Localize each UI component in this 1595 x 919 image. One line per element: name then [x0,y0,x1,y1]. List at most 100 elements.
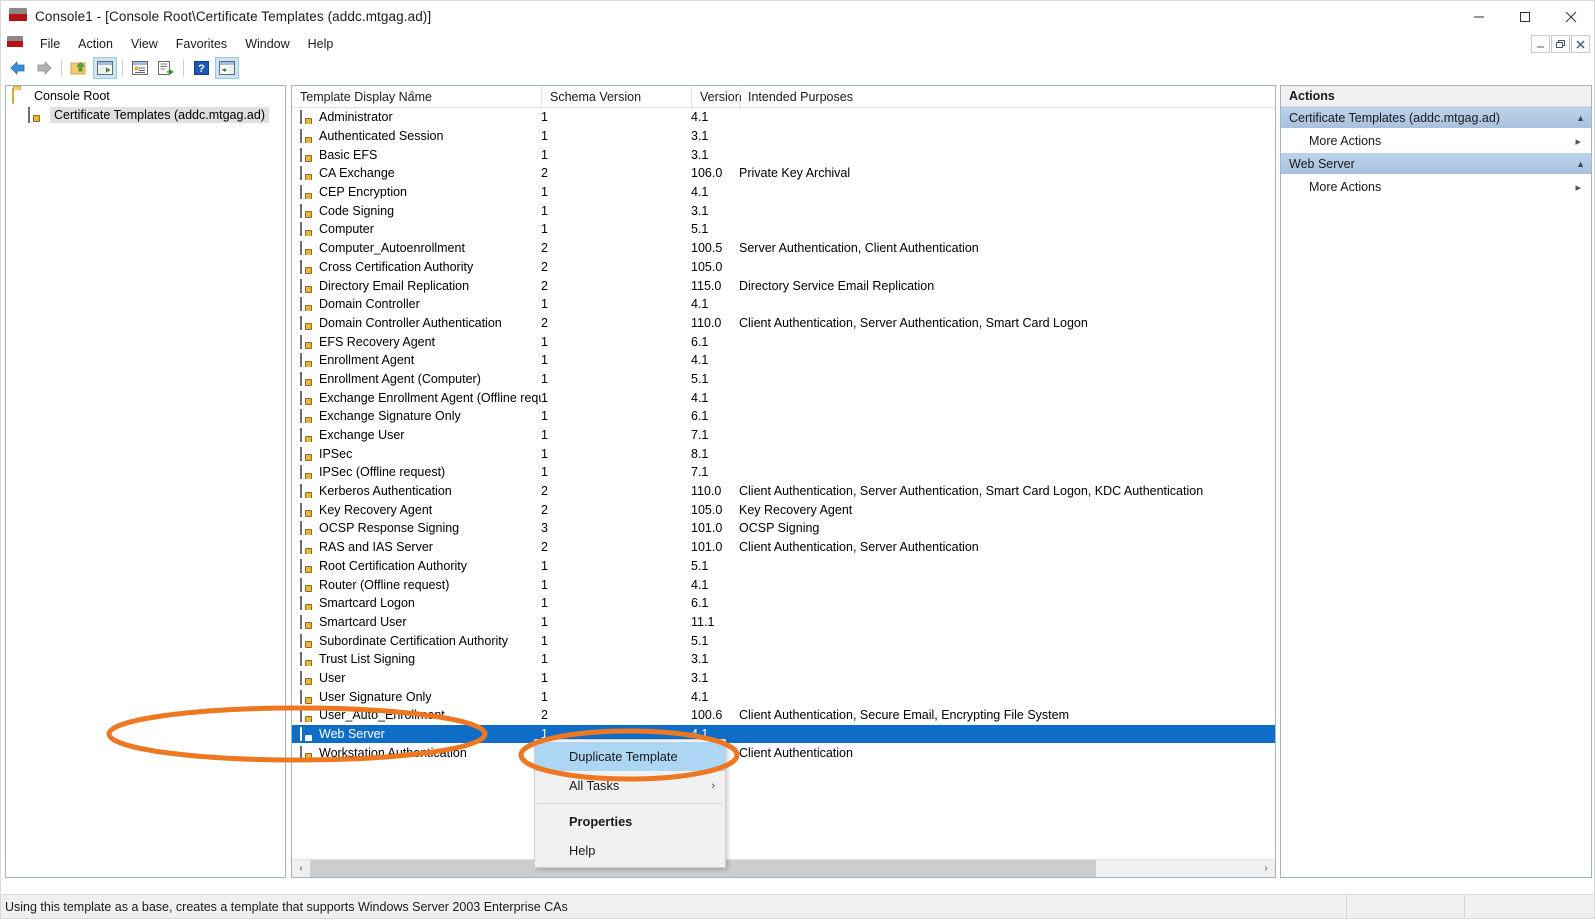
cell-template-display-name: Code Signing [292,204,541,218]
scroll-left-icon[interactable]: ‹ [292,860,310,877]
table-row[interactable]: User13.1 [292,669,1275,688]
mmc-console-icon [9,8,27,26]
table-row[interactable]: Trust List Signing13.1 [292,650,1275,669]
menu-window[interactable]: Window [236,35,298,53]
table-row[interactable]: Router (Offline request)14.1 [292,575,1275,594]
cell-schema-version: 2 [541,241,691,255]
actions-group-header-web-server[interactable]: Web Server ▲ [1281,153,1591,175]
context-menu-item[interactable]: All Tasks› [535,771,725,800]
certificate-template-icon [300,204,313,217]
table-row[interactable]: Computer_Autoenrollment2100.5Server Auth… [292,239,1275,258]
certificate-templates-list-pane: Template Display Name ^ Schema Version V… [291,85,1276,878]
table-row[interactable]: Code Signing13.1 [292,201,1275,220]
show-hide-console-tree-icon[interactable] [93,57,117,79]
cell-template-display-name: Authenticated Session [292,129,541,143]
properties-icon[interactable] [128,57,152,79]
table-row[interactable]: IPSec (Offline request)17.1 [292,463,1275,482]
chevron-up-icon[interactable]: ▲ [1576,159,1585,169]
table-row[interactable]: RAS and IAS Server2101.0Client Authentic… [292,538,1275,557]
menu-file[interactable]: File [31,35,69,53]
export-list-icon[interactable] [154,57,178,79]
cell-intended-purposes: Private Key Archival [739,166,1275,180]
table-row[interactable]: Domain Controller Authentication2110.0Cl… [292,314,1275,333]
help-icon[interactable]: ? [189,57,213,79]
table-row[interactable]: Cross Certification Authority2105.0 [292,258,1275,277]
cell-label: Web Server [319,727,385,741]
context-menu-item[interactable]: Help [535,836,725,865]
table-row[interactable]: Smartcard User111.1 [292,613,1275,632]
close-icon[interactable] [1548,1,1594,32]
table-row[interactable]: OCSP Response Signing3101.0OCSP Signing [292,519,1275,538]
scrollbar-track[interactable] [310,860,1257,877]
certificate-template-icon [300,186,313,199]
cell-template-display-name: Router (Offline request) [292,578,541,592]
cell-version: 4.1 [691,353,739,367]
cell-schema-version: 2 [541,540,691,554]
table-row[interactable]: Workstation Authentication2101.0Client A… [292,743,1275,762]
menu-bar: File Action View Favorites Window Help [1,32,1594,56]
scroll-right-icon[interactable]: › [1257,860,1275,877]
actions-group-header-certificate-templates[interactable]: Certificate Templates (addc.mtgag.ad) ▲ [1281,107,1591,129]
tree-item-certificate-templates[interactable]: Certificate Templates (addc.mtgag.ad) [6,105,285,124]
table-row[interactable]: Basic EFS13.1 [292,145,1275,164]
cell-schema-version: 1 [541,409,691,423]
mdi-minimize-icon[interactable] [1531,35,1550,53]
cell-version: 5.1 [691,634,739,648]
forward-icon[interactable] [32,57,56,79]
column-header-version[interactable]: Version [691,86,739,108]
table-row[interactable]: Key Recovery Agent2105.0Key Recovery Age… [292,500,1275,519]
table-row[interactable]: Smartcard Logon16.1 [292,594,1275,613]
table-row[interactable]: CEP Encryption14.1 [292,183,1275,202]
table-row[interactable]: Exchange User17.1 [292,426,1275,445]
column-header-template-display-name[interactable]: Template Display Name ^ [292,86,541,108]
column-header-schema-version[interactable]: Schema Version [541,86,691,108]
table-row[interactable]: Kerberos Authentication2110.0Client Auth… [292,482,1275,501]
context-menu-item[interactable]: Duplicate Template [535,742,725,771]
table-row[interactable]: Enrollment Agent (Computer)15.1 [292,370,1275,389]
status-panel-1 [1346,895,1464,919]
table-row[interactable]: Directory Email Replication2115.0Directo… [292,276,1275,295]
maximize-icon[interactable] [1502,1,1548,32]
table-row[interactable]: Exchange Enrollment Agent (Offline requ.… [292,388,1275,407]
menu-help[interactable]: Help [299,35,343,53]
tree-item-console-root[interactable]: Console Root [6,86,285,105]
menu-view[interactable]: View [122,35,167,53]
chevron-up-icon[interactable]: ▲ [1576,113,1585,123]
back-icon[interactable] [6,57,30,79]
mdi-restore-icon[interactable] [1551,35,1570,53]
table-row[interactable]: Domain Controller14.1 [292,295,1275,314]
table-row[interactable]: IPSec18.1 [292,444,1275,463]
column-header-intended-purposes[interactable]: Intended Purposes [739,86,1275,108]
table-row[interactable]: Computer15.1 [292,220,1275,239]
certificate-template-icon [300,597,313,610]
cell-template-display-name: Computer_Autoenrollment [292,241,541,255]
show-hide-action-pane-icon[interactable] [215,57,239,79]
cell-version: 3.1 [691,204,739,218]
horizontal-scrollbar[interactable]: ‹ › [292,859,1275,877]
table-row[interactable]: CA Exchange2106.0Private Key Archival [292,164,1275,183]
menu-favorites[interactable]: Favorites [167,35,236,53]
table-row[interactable]: Exchange Signature Only16.1 [292,407,1275,426]
table-row[interactable]: Root Certification Authority15.1 [292,557,1275,576]
table-row[interactable]: User_Auto_Enrollment2100.6Client Authent… [292,706,1275,725]
status-bar: Using this template as a base, creates a… [1,894,1594,918]
minimize-icon[interactable] [1456,1,1502,32]
menu-action[interactable]: Action [69,35,122,53]
certificate-template-icon [300,746,313,759]
table-row[interactable]: Web Server14.1 [292,725,1275,744]
table-row[interactable]: Administrator14.1 [292,108,1275,127]
cell-label: Trust List Signing [319,652,415,666]
table-row[interactable]: EFS Recovery Agent16.1 [292,332,1275,351]
mdi-close-icon[interactable] [1571,35,1590,53]
action-more-actions-certificate-templates[interactable]: More Actions ▸ [1281,129,1591,153]
cell-template-display-name: Exchange Enrollment Agent (Offline requ.… [292,391,541,405]
cell-version: 4.1 [691,578,739,592]
table-row[interactable]: Subordinate Certification Authority15.1 [292,631,1275,650]
action-more-actions-web-server[interactable]: More Actions ▸ [1281,175,1591,199]
tree-item-label: Certificate Templates (addc.mtgag.ad) [50,107,269,123]
table-row[interactable]: Enrollment Agent14.1 [292,351,1275,370]
up-one-level-icon[interactable] [67,57,91,79]
context-menu-item[interactable]: Properties [535,807,725,836]
table-row[interactable]: User Signature Only14.1 [292,687,1275,706]
table-row[interactable]: Authenticated Session13.1 [292,127,1275,146]
